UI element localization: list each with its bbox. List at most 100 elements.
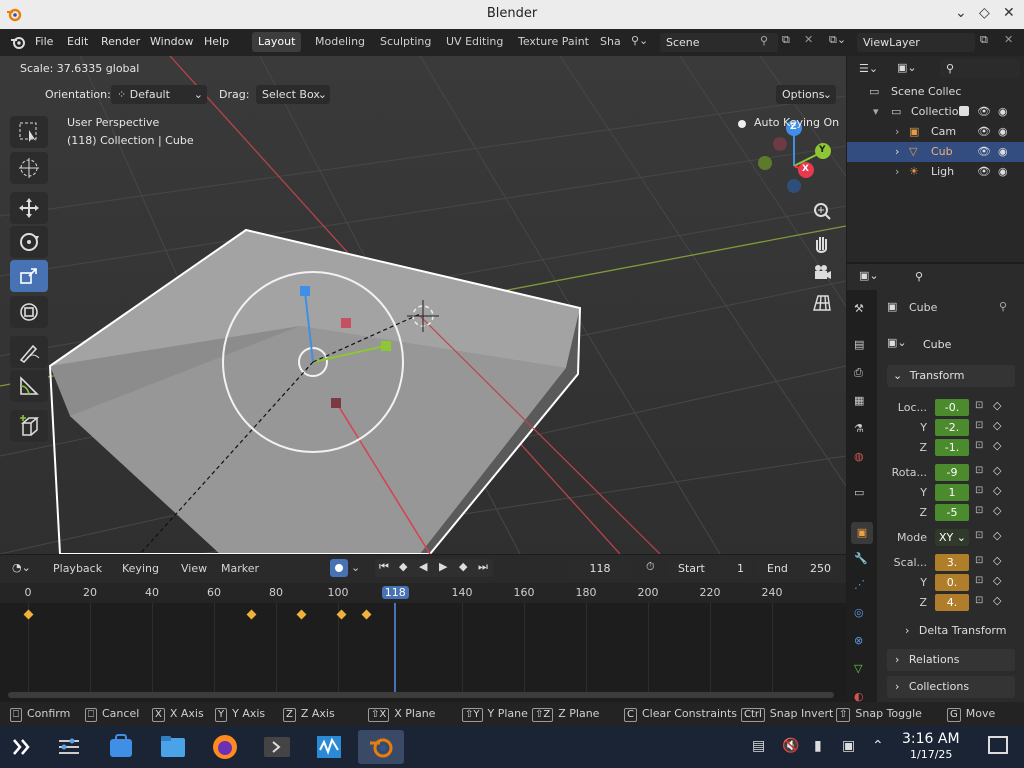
menu-file[interactable]: File [35, 35, 53, 48]
select-box-tool[interactable] [10, 116, 48, 148]
keyframe-diamond-icon[interactable]: ◇ [993, 574, 1001, 587]
firefox-icon[interactable] [208, 730, 242, 764]
timeline-menu-marker[interactable]: Marker [221, 562, 259, 575]
file-manager-icon[interactable] [156, 730, 190, 764]
options-dropdown[interactable]: Options ⌄ [776, 85, 836, 104]
lock-icon[interactable]: ⊡ [975, 465, 983, 476]
camera-render-icon[interactable]: ◉ [998, 142, 1008, 162]
play-icon[interactable]: ▶ [439, 560, 447, 573]
play-reverse-icon[interactable]: ◀ [419, 560, 427, 573]
keyframe-diamond-icon[interactable]: ◇ [993, 504, 1001, 517]
menu-edit[interactable]: Edit [67, 35, 88, 48]
minimize-icon[interactable]: ⌄ [955, 5, 967, 21]
camera-view-icon[interactable] [809, 260, 835, 286]
close-icon[interactable]: ✕ [1003, 5, 1015, 21]
maximize-icon[interactable]: ◇ [979, 5, 990, 21]
timeline-ruler[interactable]: 0 20 40 60 80 100 118 140 160 180 200 220 240 [0, 583, 846, 603]
relations-panel-header[interactable]: › Relations [887, 649, 1015, 671]
timeline-editor[interactable]: ◔⌄ Playback Keying View Marker ⌄ ⏮ ◆ ◀ ▶… [0, 555, 846, 702]
keyframe-marker[interactable] [296, 609, 307, 620]
rotation-mode-dropdown[interactable]: XY ⌄ [935, 529, 969, 546]
battery-icon[interactable]: ▮ [814, 738, 822, 754]
lock-icon[interactable]: ⊡ [975, 485, 983, 496]
tab-texture-paint[interactable]: Texture Paint [512, 32, 595, 52]
camera-render-icon[interactable]: ◉ [998, 162, 1008, 182]
gizmo-z-label[interactable]: Z [790, 122, 797, 132]
constraints-tab-icon[interactable]: ⊗ [854, 634, 870, 650]
tab-uv-editing[interactable]: UV Editing [440, 32, 509, 52]
app-launcher-icon[interactable] [6, 730, 40, 764]
expand-arrow-icon[interactable]: ▾ [873, 102, 879, 122]
keyframe-diamond-icon[interactable]: ◇ [993, 439, 1001, 452]
zoom-icon[interactable] [809, 198, 835, 224]
start-frame-field[interactable]: Start 1 [668, 559, 752, 578]
move-tool[interactable] [10, 192, 48, 224]
collections-panel-header[interactable]: › Collections [887, 676, 1015, 698]
tab-modeling[interactable]: Modeling [309, 32, 371, 52]
keying-dropdown-icon[interactable]: ⌄ [351, 561, 360, 574]
scale-x-field[interactable]: 3. [935, 554, 969, 571]
view-layer-tab-icon[interactable]: ▦ [854, 394, 870, 410]
editor-type-icon[interactable]: ◔⌄ [12, 561, 31, 574]
settings-app-icon[interactable] [52, 730, 86, 764]
measure-tool[interactable] [10, 370, 48, 402]
properties-search[interactable]: ⚲ [909, 267, 1019, 286]
expand-arrow-icon[interactable]: › [895, 142, 899, 162]
display-mode-icon[interactable]: ▣⌄ [897, 61, 917, 74]
terminal-icon[interactable] [260, 730, 294, 764]
volume-muted-icon[interactable]: 🔇 [782, 738, 799, 754]
eye-icon[interactable]: 👁 [977, 142, 991, 162]
menu-render[interactable]: Render [101, 35, 140, 48]
timeline-scrollbar[interactable] [8, 692, 834, 698]
camera-render-icon[interactable]: ◉ [998, 102, 1008, 122]
eye-icon[interactable]: 👁 [977, 122, 991, 142]
scene-selector-icon[interactable]: ⚲⌄ [631, 34, 648, 47]
blender-taskbar-icon[interactable] [358, 730, 404, 764]
jump-end-icon[interactable]: ⏭ [478, 560, 488, 574]
system-monitor-icon[interactable] [312, 730, 346, 764]
3d-viewport[interactable]: Scale: 37.6335 global Orientation: ⁘ Def… [0, 56, 846, 554]
current-frame-indicator[interactable]: 118 [381, 586, 409, 599]
particles-tab-icon[interactable]: ⋰ [854, 578, 870, 594]
scale-y-field[interactable]: 0. [935, 574, 969, 591]
view-layer-field[interactable]: ViewLayer [857, 33, 975, 52]
properties-editor-type-icon[interactable]: ▣⌄ [859, 269, 879, 282]
timeline-body[interactable] [0, 603, 846, 693]
location-y-field[interactable]: -2. [935, 419, 969, 436]
drag-dropdown[interactable]: Select Box ⌄ [256, 85, 330, 104]
rotation-y-field[interactable]: 1 [935, 484, 969, 501]
scale-z-field[interactable]: 4. [935, 594, 969, 611]
orientation-dropdown[interactable]: ⁘ Default ⌄ [111, 85, 207, 104]
tab-shading[interactable]: Sha [594, 32, 627, 52]
blender-menu-icon[interactable] [9, 34, 27, 53]
software-store-icon[interactable] [104, 730, 138, 764]
keyframe-diamond-icon[interactable]: ◇ [993, 399, 1001, 412]
object-tab-icon[interactable]: ▣ [851, 522, 873, 544]
keyframe-marker[interactable] [246, 609, 257, 620]
rotation-z-field[interactable]: -5 [935, 504, 969, 521]
lock-icon[interactable]: ⊡ [975, 420, 983, 431]
rotation-x-field[interactable]: -9 [935, 464, 969, 481]
object-selector-icon[interactable]: ▣⌄ [887, 336, 907, 349]
gizmo-y-label[interactable]: Y [819, 145, 826, 155]
keyframe-marker[interactable] [23, 609, 34, 620]
remove-view-layer-icon[interactable]: ✕ [1004, 33, 1013, 46]
add-cube-tool[interactable] [10, 410, 48, 442]
transform-tool[interactable] [10, 296, 48, 328]
new-view-layer-icon[interactable]: ⧉ [980, 33, 988, 47]
rotate-tool[interactable] [10, 226, 48, 258]
jump-start-icon[interactable]: ⏮ [379, 560, 389, 574]
delta-transform-header[interactable]: › Delta Transform [905, 624, 1006, 637]
outliner-item-light[interactable]: › ☀ Ligh 👁 ◉ [847, 162, 1024, 182]
clock-date[interactable]: 1/17/25 [910, 748, 952, 761]
menu-help[interactable]: Help [204, 35, 229, 48]
lock-icon[interactable]: ⊡ [975, 575, 983, 586]
keyframe-diamond-icon[interactable]: ◇ [993, 529, 1001, 542]
lock-icon[interactable]: ⊡ [975, 595, 983, 606]
outliner-item-cube[interactable]: › ▽ Cub 👁 ◉ [847, 142, 1024, 162]
show-desktop-icon[interactable] [988, 736, 1008, 754]
object-name-field[interactable]: Cube [917, 335, 1015, 354]
new-scene-icon[interactable]: ⧉ [782, 33, 790, 47]
tab-layout[interactable]: Layout [252, 32, 302, 52]
lock-icon[interactable]: ⊡ [975, 440, 983, 451]
